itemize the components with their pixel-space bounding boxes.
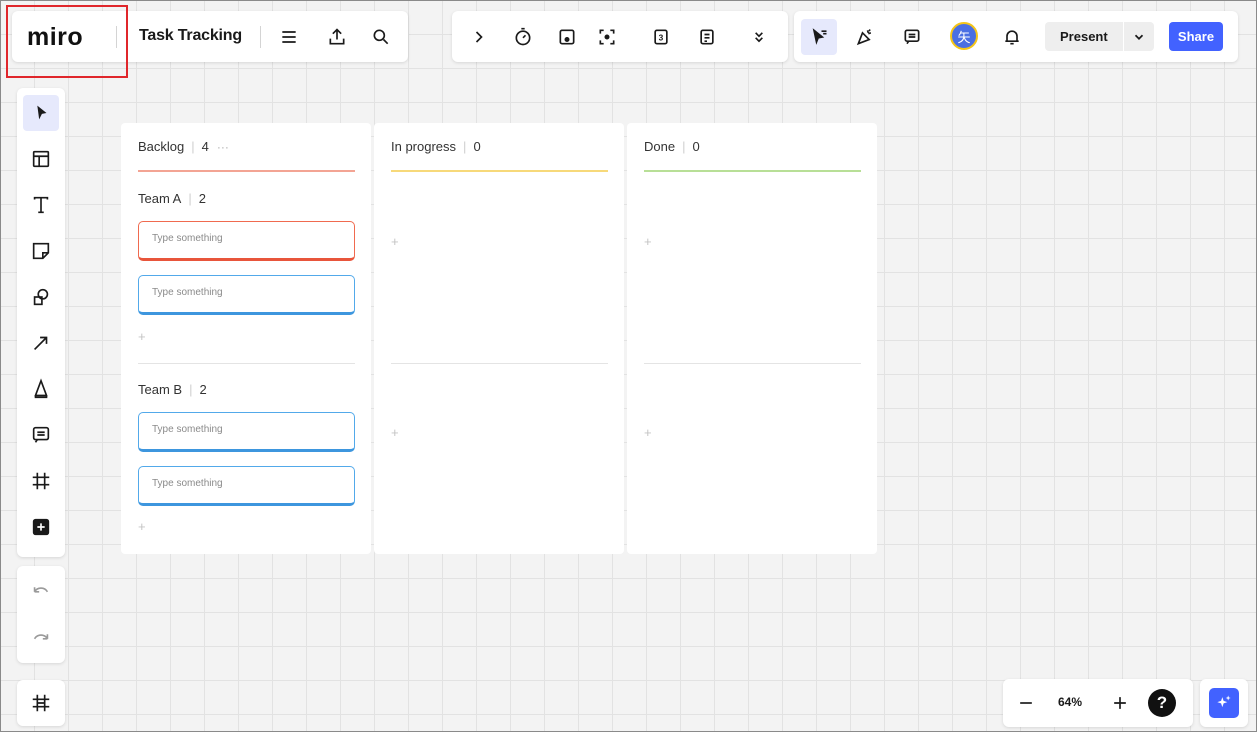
column-title[interactable]: Backlog [138, 139, 184, 154]
group-divider [138, 363, 355, 364]
frames-panel [17, 680, 65, 726]
add-card-icon[interactable]: + [644, 425, 652, 440]
avatar[interactable]: 矢 [950, 22, 978, 50]
connector-arrow-icon[interactable] [23, 325, 59, 361]
zoom-out-icon[interactable] [1011, 688, 1041, 718]
templates-icon[interactable] [23, 141, 59, 177]
ai-sparkle-icon[interactable] [1209, 688, 1239, 718]
kanban-column-backlog[interactable]: Backlog | 4 ··· Team A | 2 Type somethin… [121, 123, 371, 554]
notes-icon[interactable] [692, 22, 722, 52]
column-color-line [644, 170, 861, 172]
add-card-icon[interactable]: + [138, 329, 146, 344]
ai-assist-panel [1200, 679, 1248, 727]
comments-icon[interactable] [897, 22, 927, 52]
chevron-down-icon[interactable] [1124, 30, 1154, 44]
group-divider [644, 363, 861, 364]
voting-icon[interactable] [552, 22, 582, 52]
column-header: Backlog | 4 ··· [138, 139, 229, 154]
more-options-icon[interactable]: ··· [217, 140, 229, 154]
menu-icon[interactable] [274, 22, 304, 52]
column-color-line [138, 170, 355, 172]
divider [116, 26, 117, 48]
shapes-icon[interactable] [23, 279, 59, 315]
comment-tool-icon[interactable] [23, 417, 59, 453]
group-title[interactable]: Team A [138, 191, 181, 206]
select-tool-icon[interactable] [23, 95, 59, 131]
creation-toolbar [17, 88, 65, 557]
card[interactable]: Type something [138, 466, 355, 506]
present-label: Present [1060, 29, 1108, 44]
column-count: 0 [692, 139, 700, 154]
group-title[interactable]: Team B [138, 382, 182, 397]
text-tool-icon[interactable] [23, 187, 59, 223]
history-toolbar [17, 566, 65, 663]
frames-list-icon[interactable] [23, 685, 59, 721]
frame-tool-icon[interactable] [23, 463, 59, 499]
board-header: miro Task Tracking [12, 11, 408, 62]
zoom-controls: 64% ? [1003, 679, 1193, 727]
miro-logo[interactable]: miro [27, 23, 83, 52]
export-icon[interactable] [322, 22, 352, 52]
present-button[interactable]: Present [1045, 22, 1154, 51]
cursor-filter-icon[interactable] [801, 19, 837, 55]
group-header: Team A | 2 [138, 191, 206, 206]
timer-icon[interactable] [508, 22, 538, 52]
reactions-icon[interactable] [850, 22, 880, 52]
search-icon[interactable] [366, 22, 396, 52]
column-title[interactable]: Done [644, 139, 675, 154]
add-card-icon[interactable]: + [138, 519, 146, 534]
kanban-column-done[interactable]: Done | 0 + + [627, 123, 877, 554]
group-divider [391, 363, 608, 364]
group-header: Team B | 2 [138, 382, 207, 397]
divider [260, 26, 261, 48]
redo-icon[interactable] [23, 619, 59, 655]
focus-icon[interactable] [592, 22, 622, 52]
pen-tool-icon[interactable] [23, 371, 59, 407]
column-header: Done | 0 [644, 139, 700, 154]
sticky-note-icon[interactable] [23, 233, 59, 269]
help-icon[interactable]: ? [1148, 689, 1176, 717]
chevron-right-icon[interactable] [464, 22, 494, 52]
undo-icon[interactable] [23, 572, 59, 608]
card[interactable]: Type something [138, 412, 355, 452]
column-count: 4 [201, 139, 209, 154]
zoom-in-icon[interactable] [1105, 688, 1135, 718]
column-color-line [391, 170, 608, 172]
more-apps-icon[interactable] [23, 509, 59, 545]
board-name[interactable]: Task Tracking [139, 27, 242, 45]
add-card-icon[interactable]: + [644, 234, 652, 249]
column-count: 0 [473, 139, 481, 154]
card[interactable]: Type something [138, 221, 355, 261]
bell-icon[interactable] [997, 22, 1027, 52]
share-button[interactable]: Share [1169, 22, 1223, 51]
group-count: 2 [198, 191, 206, 206]
add-card-icon[interactable]: + [391, 234, 399, 249]
column-header: In progress | 0 [391, 139, 481, 154]
add-card-icon[interactable]: + [391, 425, 399, 440]
zoom-level[interactable]: 64% [1058, 695, 1082, 709]
collaboration-toolbar: 3 [452, 11, 788, 62]
group-count: 2 [199, 382, 207, 397]
card[interactable]: Type something [138, 275, 355, 315]
chevron-double-down-icon[interactable] [744, 22, 774, 52]
kanban-column-in-progress[interactable]: In progress | 0 + + [374, 123, 624, 554]
share-toolbar: 矢 Present Share [794, 11, 1238, 62]
calendar-icon[interactable]: 3 [646, 22, 676, 52]
column-title[interactable]: In progress [391, 139, 456, 154]
date-badge: 3 [659, 32, 664, 42]
